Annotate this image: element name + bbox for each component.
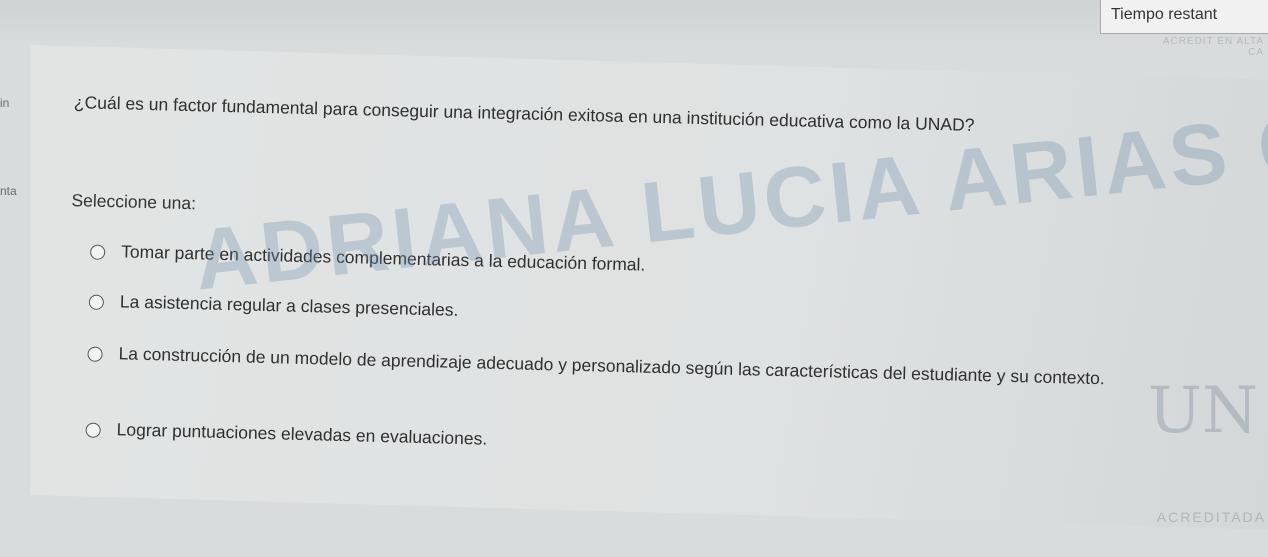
answer-option-2[interactable]: La asistencia regular a clases presencia… <box>88 291 459 322</box>
time-remaining-label: Tiempo restant <box>1111 6 1218 23</box>
accreditation-watermark: ACREDITADA <box>1156 509 1266 525</box>
radio-button[interactable] <box>89 244 106 260</box>
option-label: Lograr puntuaciones elevadas en evaluaci… <box>116 419 488 449</box>
option-label: Tomar parte en actividades complementari… <box>120 241 646 275</box>
quiz-screen: { "header": { "timer_label": "Tiempo res… <box>0 0 1268 530</box>
answer-option-1[interactable]: Tomar parte en actividades complementari… <box>89 241 646 277</box>
radio-button[interactable] <box>85 422 101 438</box>
radio-button[interactable] <box>88 294 105 310</box>
option-label: La asistencia regular a clases presencia… <box>119 291 459 320</box>
option-label: La construcción de un modelo de aprendiz… <box>118 343 1105 389</box>
question-content: ¿Cuál es un factor fundamental para cons… <box>0 0 1268 557</box>
answer-option-3[interactable]: La construcción de un modelo de aprendiz… <box>87 343 1201 393</box>
answer-option-4[interactable]: Lograr puntuaciones elevadas en evaluaci… <box>85 419 488 451</box>
select-one-prompt: Seleccione una: <box>71 190 197 214</box>
question-text: ¿Cuál es un factor fundamental para cons… <box>73 92 975 135</box>
